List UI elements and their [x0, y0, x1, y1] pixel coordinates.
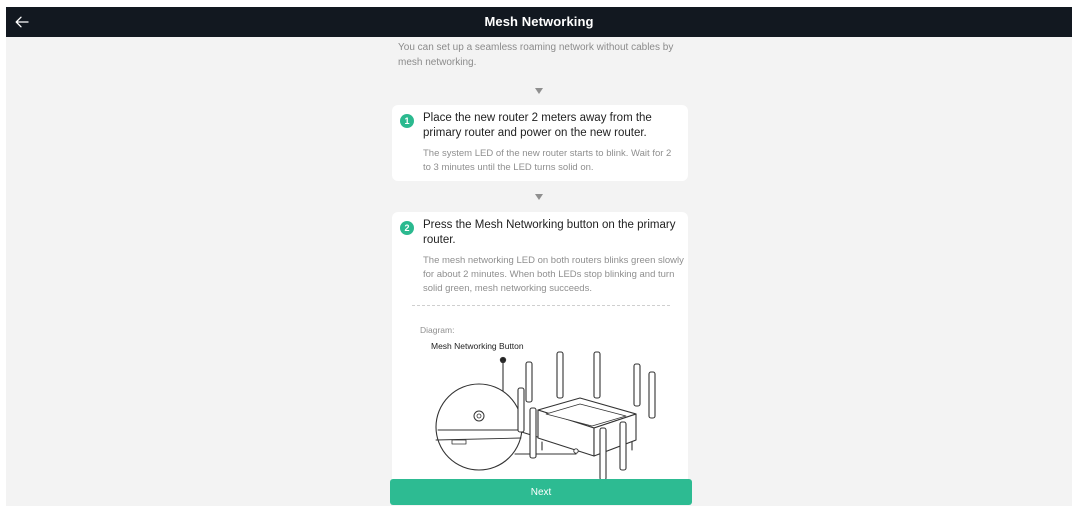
page: Mesh Networking You can set up a seamles… — [6, 7, 1072, 506]
top-bar: Mesh Networking — [6, 7, 1072, 37]
step-card-2: 2 Press the Mesh Networking button on th… — [392, 212, 688, 480]
step-description: The system LED of the new router starts … — [423, 148, 672, 173]
diagram-label: Diagram: — [420, 325, 455, 335]
next-button[interactable]: Next — [390, 479, 692, 505]
step-description: The mesh networking LED on both routers … — [423, 255, 684, 294]
divider — [412, 305, 670, 306]
step-title: Press the Mesh Networking button on the … — [423, 219, 676, 246]
step-card-1: 1 Place the new router 2 meters away fro… — [392, 105, 688, 181]
step-number-badge: 2 — [400, 221, 414, 235]
step-title: Place the new router 2 meters away from … — [423, 112, 652, 139]
page-title: Mesh Networking — [484, 14, 594, 29]
intro-text: You can set up a seamless roaming networ… — [398, 42, 674, 68]
arrow-down-icon — [535, 88, 543, 94]
step-number-badge: 1 — [400, 114, 414, 128]
arrow-down-icon — [535, 194, 543, 200]
router-diagram — [435, 351, 656, 480]
